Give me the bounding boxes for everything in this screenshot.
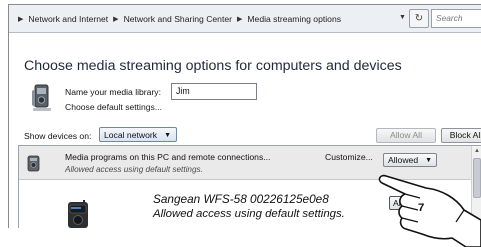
choose-default-settings-link[interactable]: Choose default settings... — [65, 102, 162, 112]
item-status-text: Allowed access using default settings. — [65, 165, 203, 174]
library-name-label: Name your media library: — [65, 87, 161, 97]
library-name-input[interactable]: Jim — [171, 83, 257, 100]
breadcrumb-item-media-streaming[interactable]: Media streaming options — [247, 14, 341, 24]
refresh-icon[interactable]: ↻ — [409, 9, 429, 28]
item-title: Sangean WFS-58 00226125e0e8 — [153, 192, 329, 206]
network-select-value: Local network — [104, 130, 158, 140]
search-input[interactable]: Search — [431, 9, 481, 28]
radio-device-icon — [68, 200, 88, 228]
media-library-icon — [32, 84, 51, 111]
page-title: Choose media streaming options for compu… — [24, 58, 402, 74]
breadcrumb-arrow-icon[interactable]: ▶ — [18, 15, 23, 23]
item-status-text: Allowed access using default settings. — [153, 208, 345, 220]
breadcrumb-item-network-internet[interactable]: Network and Internet — [28, 14, 108, 24]
access-select[interactable]: Allowed ▼ — [383, 153, 437, 167]
network-select[interactable]: Local network ▼ — [99, 127, 177, 142]
address-bar: ▶ Network and Internet ▶ Network and Sha… — [9, 5, 481, 33]
breadcrumb-item-sharing-center[interactable]: Network and Sharing Center — [124, 14, 232, 24]
address-dropdown-icon[interactable]: ▼ — [399, 14, 406, 21]
block-all-button[interactable]: Block All — [441, 128, 481, 143]
access-select-value: Allowed — [388, 155, 419, 165]
breadcrumb-arrow-icon[interactable]: ▶ — [113, 15, 118, 23]
media-programs-icon — [27, 155, 40, 172]
item-title: Media programs on this PC and remote con… — [65, 152, 271, 162]
show-devices-label: Show devices on: — [24, 131, 92, 141]
allow-all-button[interactable]: Allow All — [376, 128, 436, 143]
breadcrumb-arrow-icon[interactable]: ▶ — [237, 15, 242, 23]
scroll-up-icon[interactable]: ▲ — [474, 148, 480, 154]
chevron-down-icon: ▼ — [164, 132, 171, 139]
customize-link[interactable]: Customize... — [325, 152, 373, 162]
breadcrumb: ▶ Network and Internet ▶ Network and Sha… — [13, 5, 341, 32]
step-number: 7 — [418, 202, 425, 214]
chevron-down-icon: ▼ — [425, 157, 432, 164]
